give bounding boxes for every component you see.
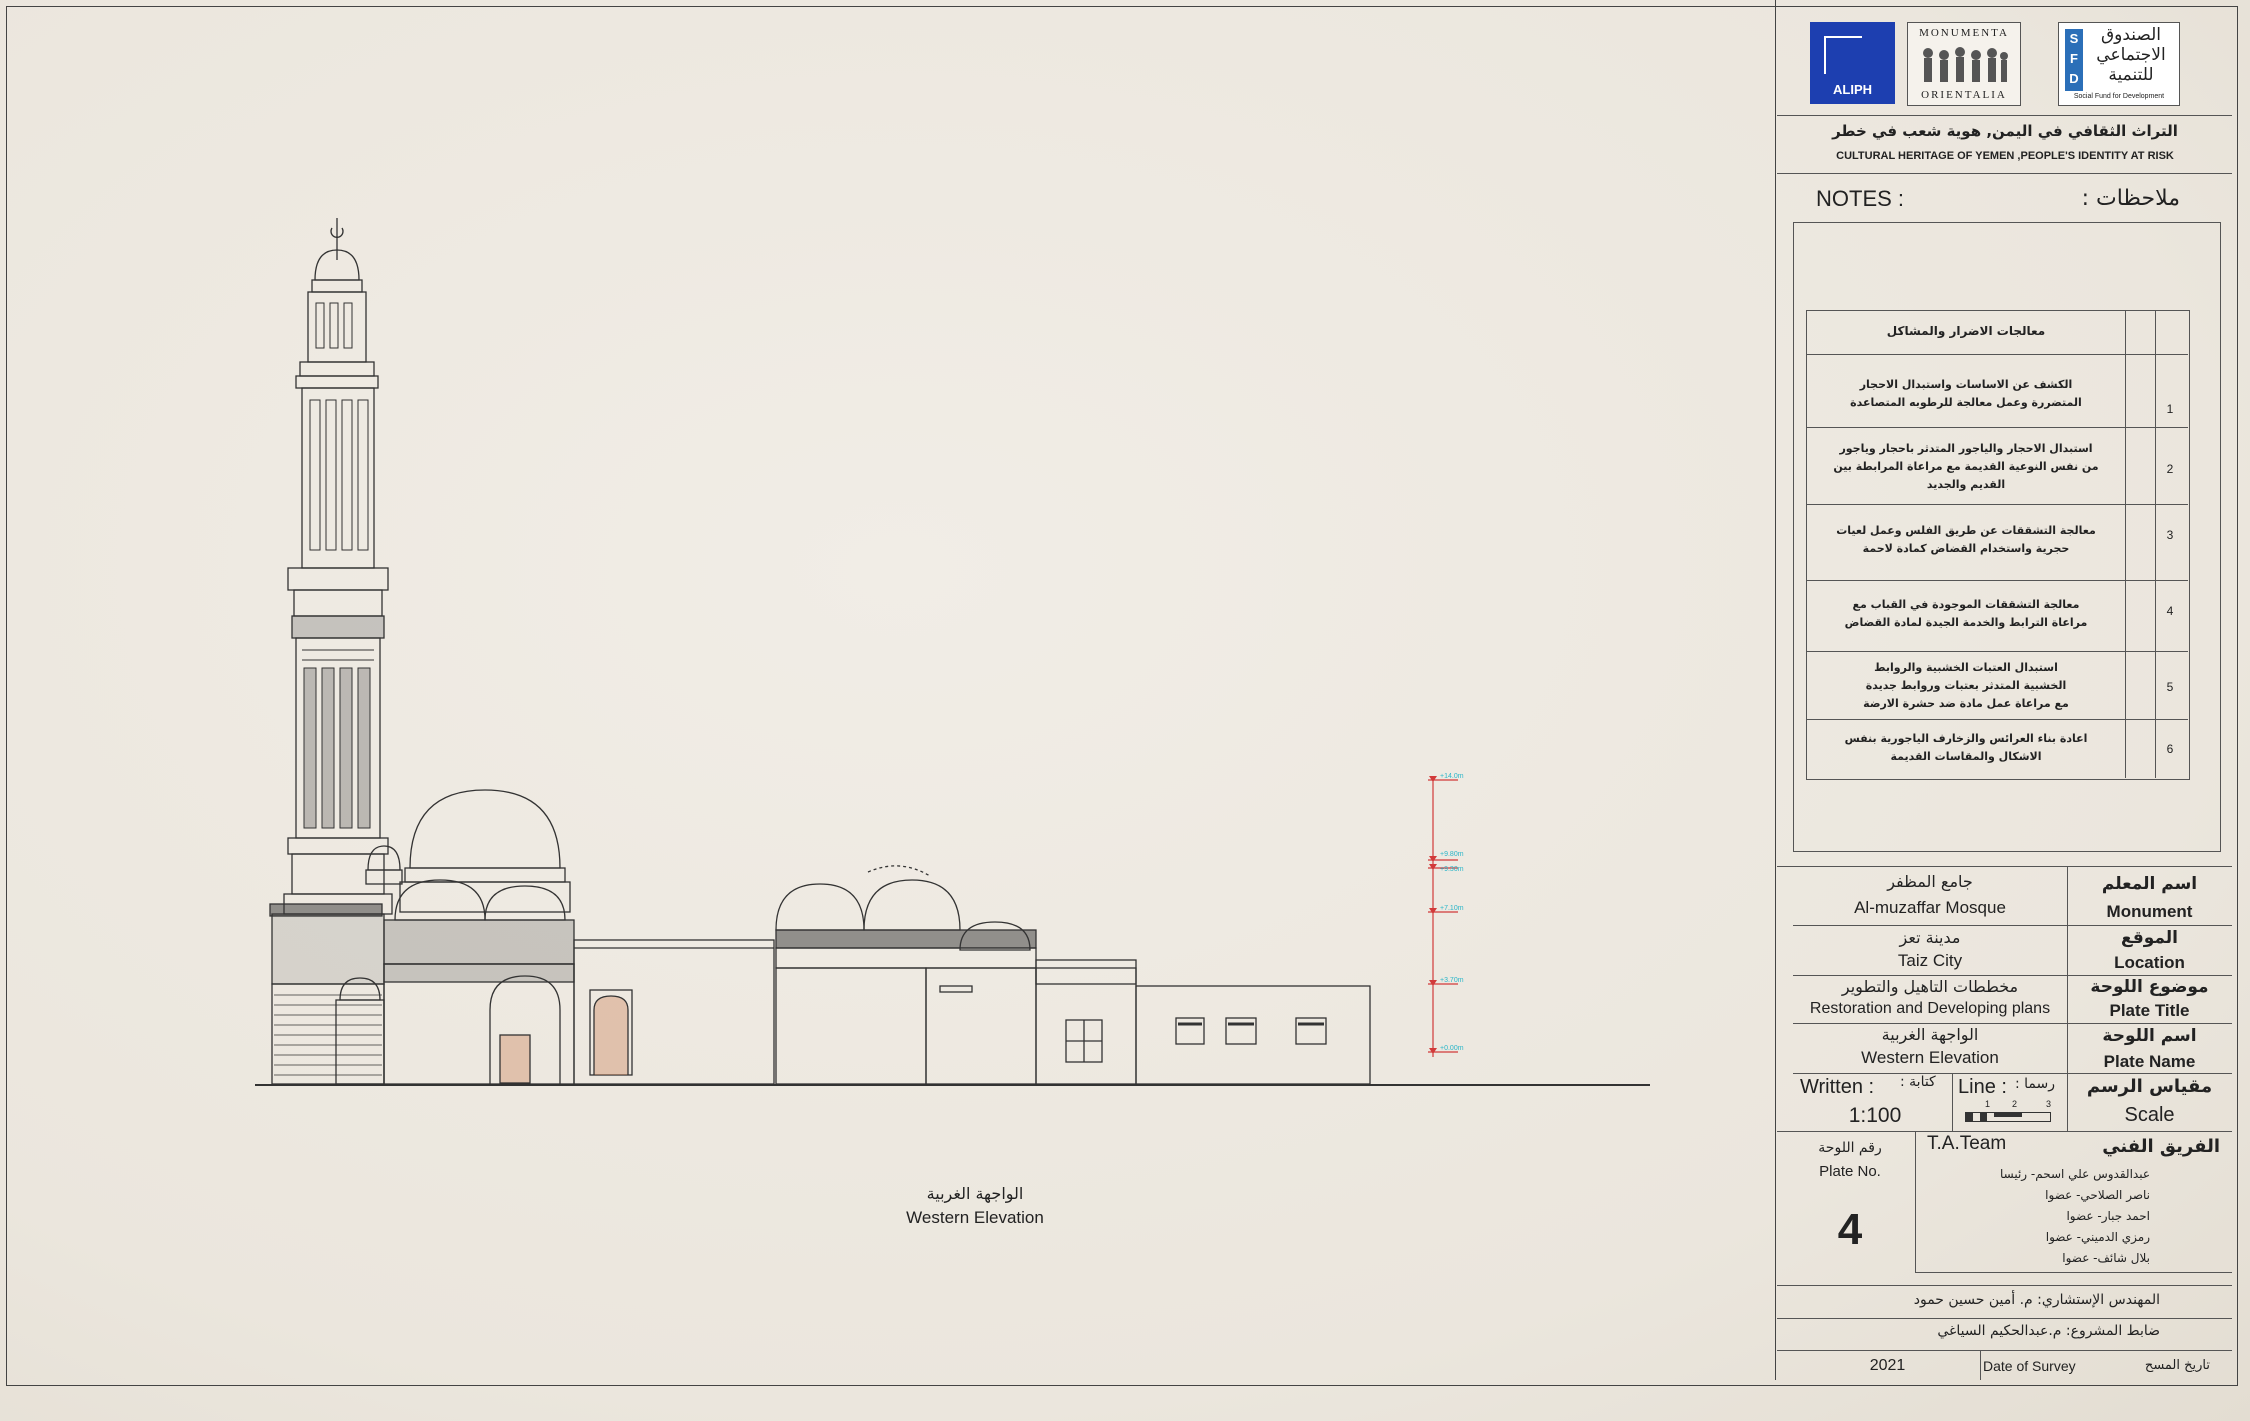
graphic-scale-bar bbox=[1965, 1112, 2051, 1122]
repair-row-4: معالجة التشققات الموجودة في القباب مع مرا… bbox=[1844, 598, 2088, 629]
level-label-6: +0.00m bbox=[1440, 1045, 1464, 1052]
project-title-ar: التراث الثقافي في اليمن, هوية شعب في خطر bbox=[1832, 122, 2178, 140]
team-member: عبدالقدوس علي اسحم- رئيسا bbox=[1999, 1167, 2150, 1181]
western-elevation-drawing: +14.0m +9.80m +9.30m +7.10m +3.70m +0.00… bbox=[255, 218, 1650, 1086]
survey-label-ar: تاريخ المسح bbox=[2144, 1358, 2210, 1373]
aliph-logo-text: ALIPH bbox=[1833, 82, 1872, 97]
east-domes bbox=[775, 865, 1037, 1085]
repairs-table-header: معالجات الاضرار والمشاكل bbox=[1886, 324, 2046, 338]
repair-row-5-num: 5 bbox=[2166, 680, 2174, 694]
location-value-ar: مدينة تعز bbox=[1899, 928, 1961, 947]
repair-row-3: معالجة التشققات عن طريق الفلس وعمل لعيات… bbox=[1836, 524, 2096, 555]
plate-title-value-en: Restoration and Developing plans bbox=[1809, 1000, 2051, 1017]
project-officer: ضابط المشروع: م.عبدالحكيم السياغي bbox=[1937, 1323, 2160, 1339]
team-label-en: T.A.Team bbox=[1927, 1133, 2007, 1154]
plate-name-label-ar: اسم اللوحة bbox=[2102, 1026, 2197, 1046]
plate-name-value-ar: الواجهة الغربية bbox=[1881, 1025, 1979, 1044]
plate-no-value: 4 bbox=[1837, 1205, 1863, 1254]
main-dome bbox=[365, 789, 575, 1085]
written-scale-value: 1:100 bbox=[1848, 1104, 1902, 1127]
plate-no-label-ar: رقم اللوحة bbox=[1818, 1140, 1882, 1156]
monumenta-orientalia-logo: MONUMENTA ORIENTALIA bbox=[1907, 22, 2021, 106]
monument-value-en: Al-muzaffar Mosque bbox=[1854, 898, 2006, 917]
team-member: رمزي الدميني- عضوا bbox=[2045, 1230, 2150, 1244]
repair-row-5: استبدال العتبات الخشبية والروابط الخشبية … bbox=[1863, 661, 2069, 710]
location-value-en: Taiz City bbox=[1897, 951, 1963, 970]
level-label-5: +3.70m bbox=[1440, 977, 1464, 984]
level-markers bbox=[1428, 776, 1458, 1057]
scale-label-ar: مقياس الرسم bbox=[2086, 1076, 2213, 1097]
written-label-en: Written : bbox=[1800, 1076, 1875, 1098]
plate-title-label-ar: موضوع اللوحة bbox=[2090, 977, 2209, 997]
notes-label-ar: ملاحظات : bbox=[2081, 186, 2180, 211]
survey-year: 2021 bbox=[1869, 1357, 1906, 1374]
location-label-ar: الموقع bbox=[2120, 928, 2178, 948]
small-tomb-dome bbox=[335, 977, 385, 1085]
repair-row-4-num: 4 bbox=[2166, 604, 2174, 618]
monument-value-ar: جامع المظفر bbox=[1887, 872, 1973, 891]
aliph-logo: ALIPH bbox=[1810, 22, 1895, 104]
sfd-logo: S F D الصندوق الاجتماعي للتنمية Social F… bbox=[2058, 22, 2180, 106]
sfd-letter-bar: S F D bbox=[2065, 29, 2083, 91]
repair-row-6-num: 6 bbox=[2166, 742, 2174, 756]
east-annex bbox=[1035, 959, 1371, 1085]
drawing-caption-en: Western Elevation bbox=[906, 1208, 1044, 1227]
minaret bbox=[271, 218, 393, 1085]
notes-label-en: NOTES : bbox=[1816, 186, 1905, 211]
team-member: احمد جبار- عضوا bbox=[2066, 1209, 2150, 1223]
level-label-3: +9.30m bbox=[1440, 866, 1464, 873]
repair-row-3-num: 3 bbox=[2166, 528, 2174, 542]
repair-row-1-num: 1 bbox=[2166, 402, 2174, 416]
team-member: ناصر الصلاحي- عضوا bbox=[2045, 1188, 2150, 1202]
entrance-portal bbox=[589, 989, 633, 1076]
plate-name-value-en: Western Elevation bbox=[1861, 1048, 1999, 1067]
scale-label-en: Scale bbox=[2124, 1104, 2175, 1126]
plate-no-label-en: Plate No. bbox=[1819, 1163, 1881, 1180]
line-scale-label-ar: رسما : bbox=[2015, 1076, 2056, 1092]
team-members-list: عبدالقدوس علي اسحم- رئيسا ناصر الصلاحي- … bbox=[1930, 1164, 2150, 1269]
level-label-2: +9.80m bbox=[1440, 851, 1464, 858]
monumenta-figures-icon bbox=[1923, 47, 2008, 82]
line-scale-label-en: Line : bbox=[1958, 1076, 2007, 1098]
level-label-1: +14.0m bbox=[1440, 773, 1464, 780]
monument-label-ar: اسم المعلم bbox=[2101, 874, 2198, 894]
team-member: بلال شائف- عضوا bbox=[2062, 1251, 2150, 1265]
plate-title-label-en: Plate Title bbox=[2109, 1001, 2190, 1020]
repair-row-1: الكشف عن الاساسات واستبدال الاحجار المتضر… bbox=[1850, 378, 2082, 409]
written-label-ar: كتابة : bbox=[1900, 1074, 1936, 1090]
repair-row-2-num: 2 bbox=[2166, 462, 2174, 476]
level-label-4: +7.10m bbox=[1440, 905, 1464, 912]
plate-title-value-ar: مخططات التاهيل والتطوير bbox=[1841, 977, 2019, 996]
plate-name-label-en: Plate Name bbox=[2103, 1052, 2196, 1071]
consultant-engineer: المهندس الإستشاري: م. أمين حسين حمود bbox=[1913, 1292, 2160, 1308]
survey-label-en: Date of Survey bbox=[1983, 1358, 2076, 1374]
monument-label-en: Monument bbox=[2106, 902, 2193, 921]
project-title-en: CULTURAL HERITAGE OF YEMEN ,PEOPLE'S IDE… bbox=[1836, 150, 2174, 162]
repair-row-2: استبدال الاحجار والياجور المتدثر باحجار … bbox=[1833, 442, 2099, 491]
repair-row-6: اعادة بناء العرائس والزخارف الياجورية بن… bbox=[1844, 732, 2088, 763]
drawing-caption-ar: الواجهة الغربية bbox=[926, 1184, 1024, 1203]
location-label-en: Location bbox=[2114, 953, 2185, 972]
team-label-ar: الفريق الفني bbox=[2102, 1136, 2220, 1157]
